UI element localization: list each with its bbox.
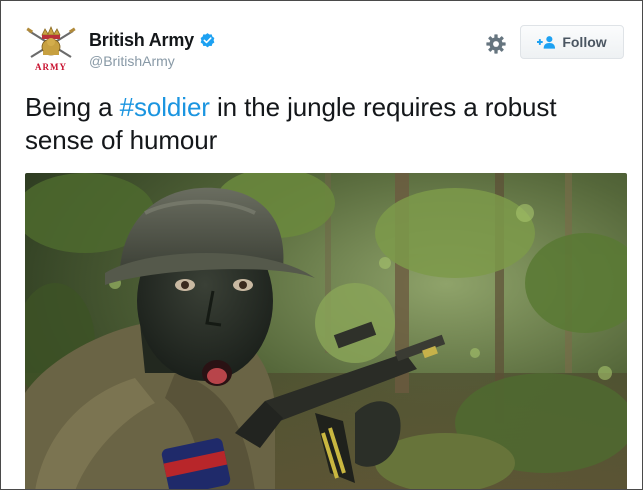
verified-badge-icon (200, 32, 215, 47)
tweet-card: ARMY British Army @BritishArmy Follow Be… (0, 0, 643, 490)
tweet-text: Being a #soldier in the jungle requires … (25, 91, 625, 157)
gear-icon[interactable] (485, 33, 507, 55)
army-crest-icon: ARMY (26, 25, 76, 72)
avatar[interactable]: ARMY (23, 25, 79, 73)
tweet-header: ARMY British Army @BritishArmy Follow (1, 1, 642, 81)
soldier-jungle-photo (25, 173, 627, 489)
hashtag-link[interactable]: #soldier (120, 92, 210, 122)
follow-person-plus-icon (537, 36, 556, 49)
display-name[interactable]: British Army (89, 30, 194, 51)
tweet-photo[interactable] (25, 173, 627, 489)
display-name-row: British Army (89, 29, 216, 51)
follow-label: Follow (562, 34, 607, 50)
follow-button[interactable]: Follow (520, 25, 624, 59)
avatar-text: ARMY (35, 62, 67, 72)
account-handle[interactable]: @BritishArmy (89, 53, 216, 69)
account-names: British Army @BritishArmy (89, 29, 216, 69)
tweet-text-before: Being a (25, 92, 120, 122)
